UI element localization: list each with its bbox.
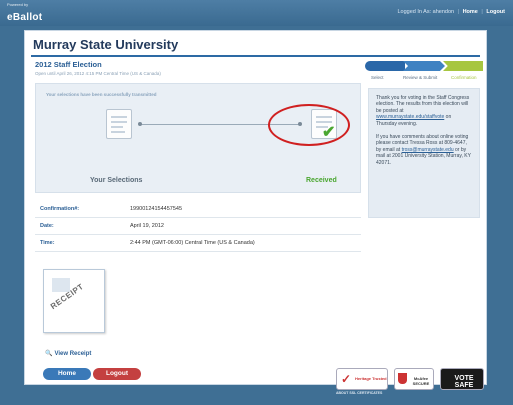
title-divider [31,55,480,57]
detail-row-confirmation: Confirmation#: 19900124154457545 [35,201,361,218]
top-logout-link[interactable]: Logout [486,9,505,15]
step-label-review: Review & Submit [403,75,438,80]
check-seal-icon: ✓ [341,372,352,386]
detail-value: 2:44 PM (GMT-06:00) Central Time (US & C… [130,240,255,246]
main-panel: Murray State University 2012 Staff Elect… [24,30,487,385]
detail-label: Time: [40,240,55,246]
thank-you-sidebar: Thank you for voting in the Staff Congre… [368,88,480,218]
step-label-confirmation: Confirmation [451,75,477,80]
election-title: 2012 Staff Election [35,60,102,69]
detail-value: 19900124154457545 [130,206,183,212]
detail-label: Date: [40,223,54,229]
step-confirmation [443,61,483,71]
user-bar: Logged In As: ahendon | Home | Logout [397,9,505,15]
highlight-circle [268,104,350,146]
staffvote-link[interactable]: www.murraystate.edu/staffvote [376,114,444,120]
logout-button[interactable]: Logout [93,368,141,380]
transmit-message: Your selections have been successfully t… [46,92,157,97]
about-ssl-link[interactable]: ABOUT SSL CERTIFICATES [336,391,382,395]
mcafee-secure-badge[interactable]: McAfee SECURE [394,368,434,390]
brand-powered-text: Powered by [7,2,29,7]
detail-row-time: Time: 2:44 PM (GMT-06:00) Central Time (… [35,235,361,252]
footer-bar [0,387,513,405]
election-open-until: Open until April 26, 2012 4:15 PM Centra… [35,71,161,76]
step-label-select: Select [371,75,384,80]
detail-label: Confirmation#: [40,206,80,212]
brand-name: eBallot [7,12,43,23]
selections-document-icon [106,109,132,139]
detail-row-date: Date: April 19, 2012 [35,218,361,235]
heritage-trusted-badge[interactable]: ✓ Heritage Trusted [336,368,388,390]
receipt-thumbnail[interactable]: RECEIPT [43,269,105,333]
home-button[interactable]: Home [43,368,91,380]
confirmation-details: Confirmation#: 19900124154457545 Date: A… [35,201,361,252]
mcafee-shield-icon [398,373,407,384]
progress-steps [365,61,483,75]
received-label: Received [306,177,337,184]
thank-you-paragraph: Thank you for voting in the Staff Congre… [376,95,470,127]
top-home-link[interactable]: Home [463,9,478,15]
view-receipt-link[interactable]: 🔍 View Receipt [45,350,91,357]
transmit-box: Your selections have been successfully t… [35,83,361,193]
top-bar: Powered by eBallot Logged In As: ahendon… [0,0,513,26]
detail-value: April 19, 2012 [130,223,164,229]
email-link[interactable]: tross@murraystate.edu [402,147,454,153]
step-review-submit [403,61,445,71]
step-select [365,61,405,71]
your-selections-label: Your Selections [90,177,143,184]
magnifier-icon: 🔍 [45,351,53,357]
logged-in-text: Logged In As: ahendon [397,9,455,15]
university-title: Murray State University [33,37,179,52]
vote-safe-badge[interactable]: VOTE SAFE [440,368,484,390]
contact-paragraph: If you have comments about online voting… [376,134,471,166]
brand-logo: Powered by eBallot [7,2,42,25]
